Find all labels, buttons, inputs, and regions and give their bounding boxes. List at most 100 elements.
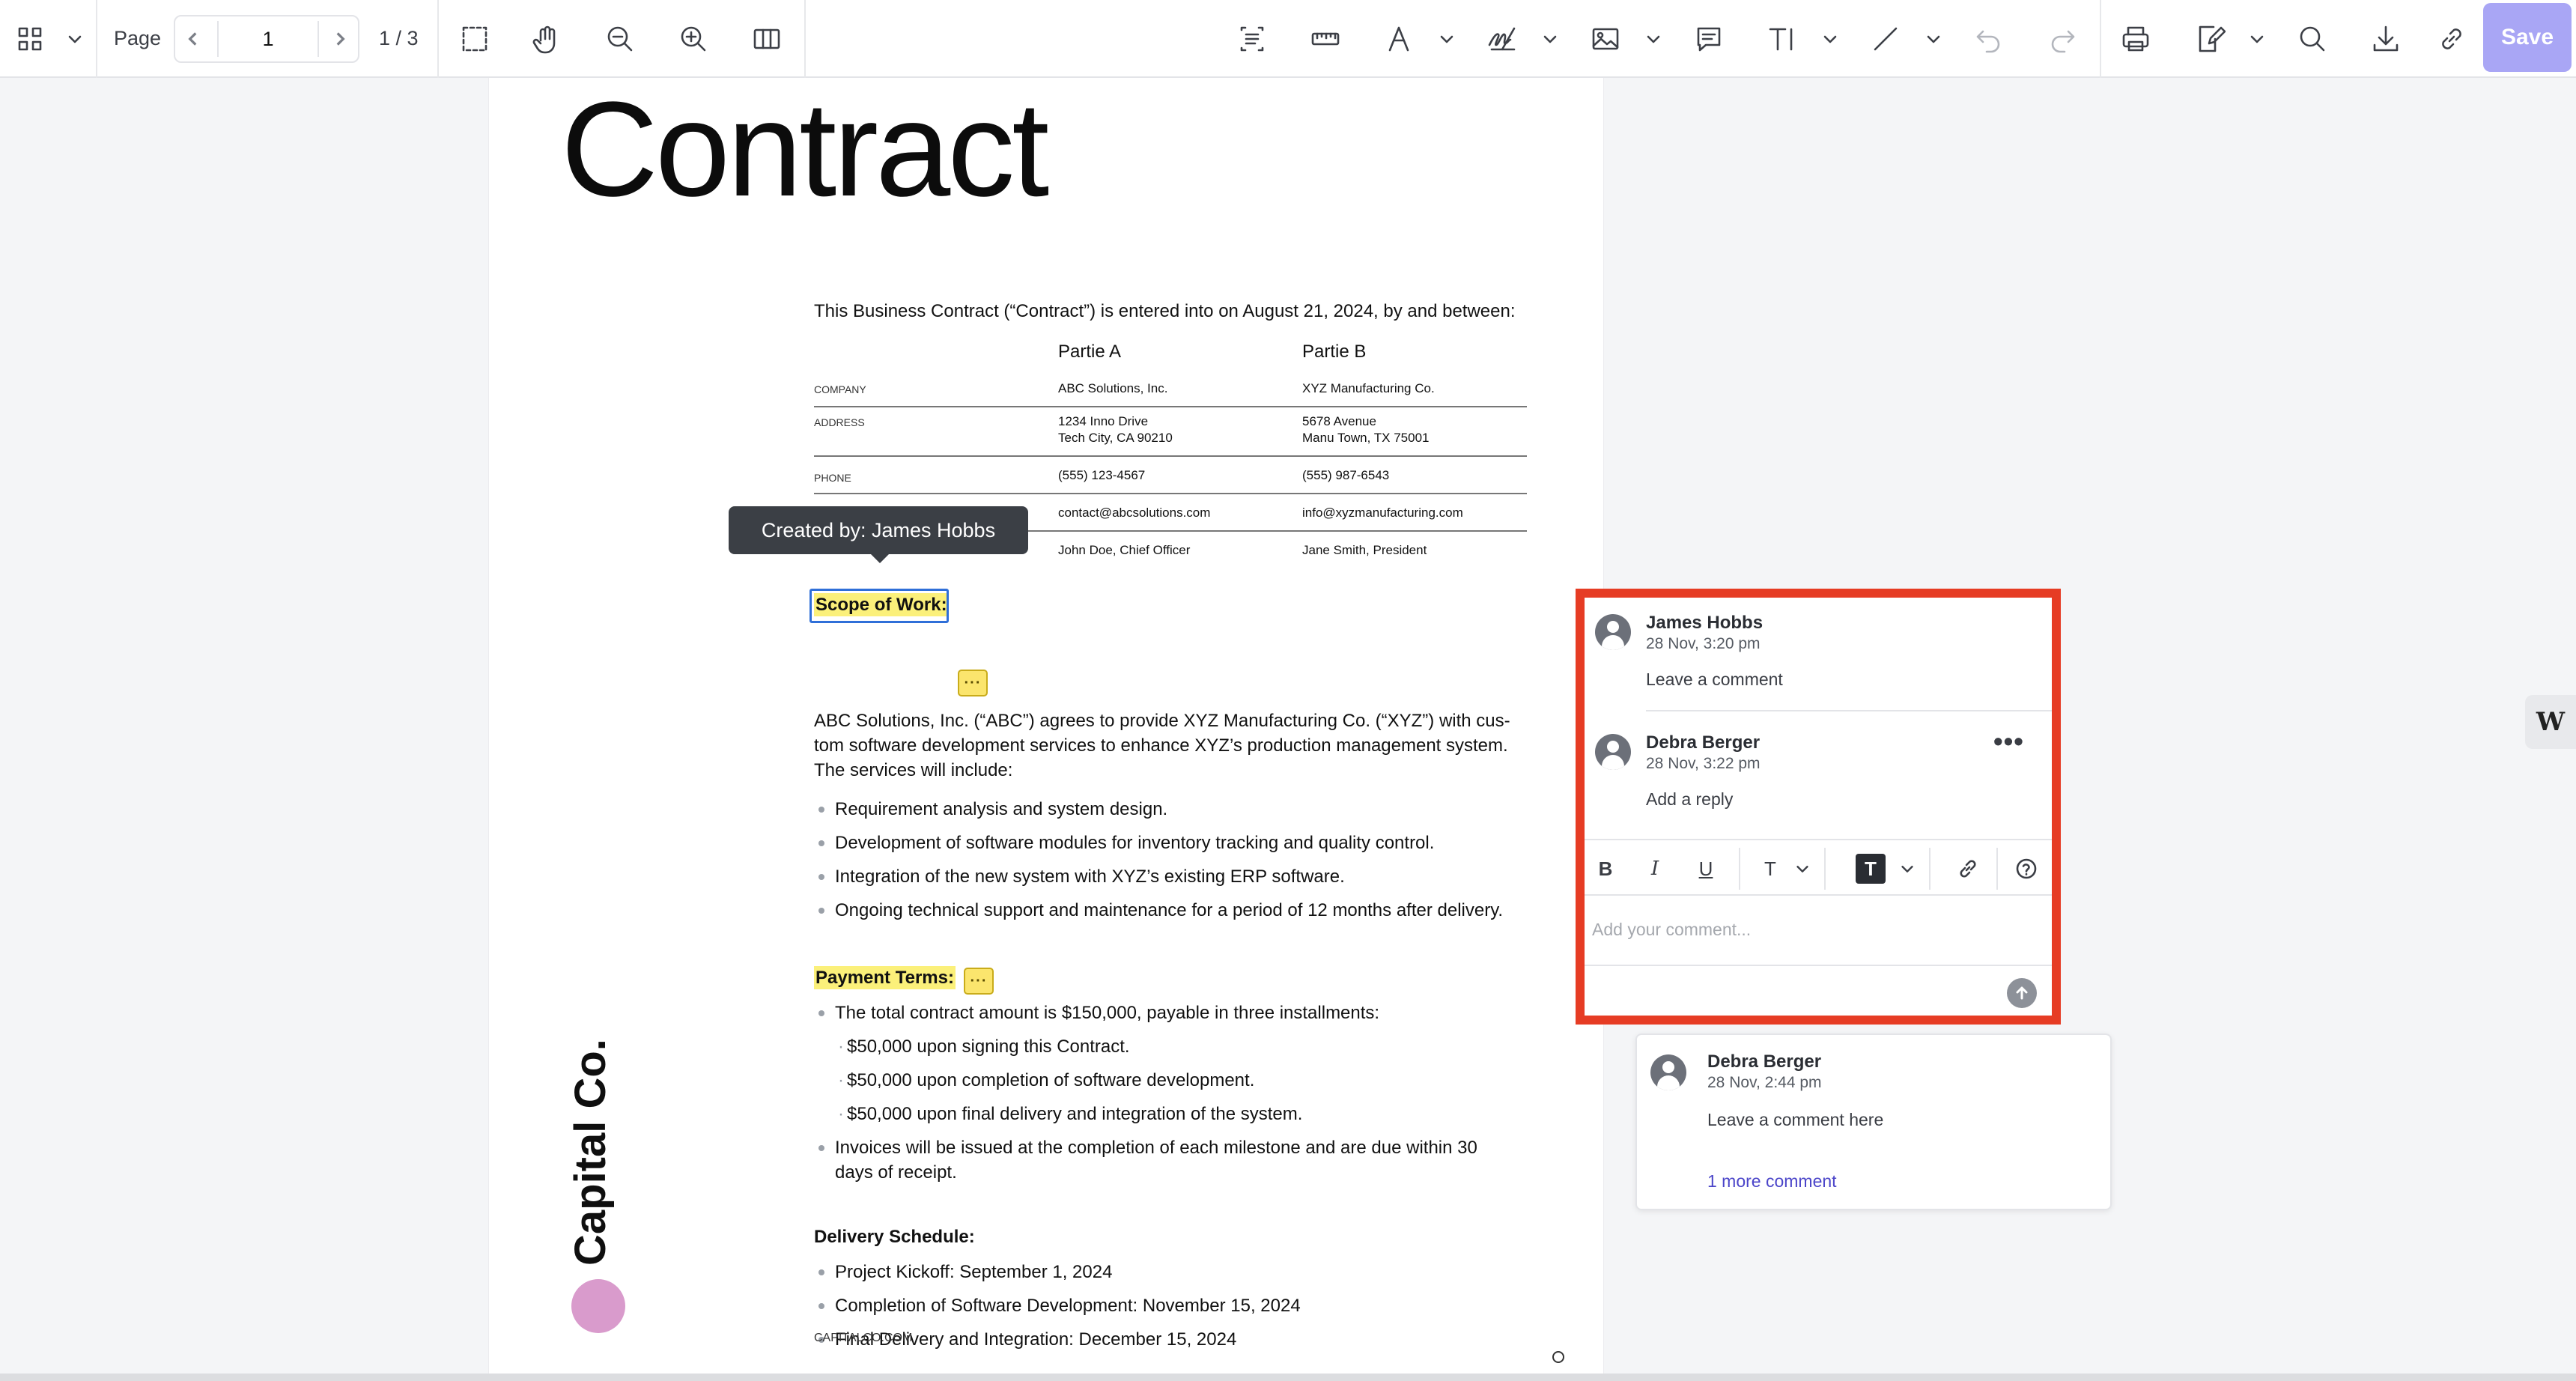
toolbar-divider xyxy=(96,0,97,78)
scope-paragraph-line: The services will include: xyxy=(814,760,1013,780)
avatar xyxy=(1650,1054,1686,1090)
chevron-down-icon[interactable] xyxy=(1818,16,1842,61)
link-icon[interactable] xyxy=(2429,16,2474,61)
page-number-input[interactable]: 1 xyxy=(217,21,319,57)
search-icon[interactable] xyxy=(2290,16,2335,61)
chevron-down-icon[interactable] xyxy=(63,16,87,61)
download-icon[interactable] xyxy=(2363,16,2408,61)
toolbar-divider xyxy=(437,0,439,78)
avatar xyxy=(1595,614,1631,650)
page-label: Page xyxy=(114,27,162,49)
document-page: Contract This Business Contract (“Contra… xyxy=(488,74,1604,1381)
ruler-icon[interactable] xyxy=(1303,16,1348,61)
more-comments-link[interactable]: 1 more comment xyxy=(1707,1171,1837,1192)
table-divider xyxy=(814,455,1527,457)
sub-list-item: $50,000 upon completion of software deve… xyxy=(838,1068,1254,1093)
scope-paragraph-line: tom software development services to enh… xyxy=(814,735,1508,756)
send-button[interactable] xyxy=(2007,978,2037,1008)
next-page-button[interactable] xyxy=(322,22,358,55)
marquee-select-icon[interactable] xyxy=(452,16,497,61)
document-title: Contract xyxy=(561,74,1049,225)
reply-input[interactable] xyxy=(1592,920,2011,940)
zoom-in-icon[interactable] xyxy=(671,16,716,61)
party-a-signatory: John Doe, Chief Officer xyxy=(1058,543,1191,557)
side-widget-button[interactable]: W xyxy=(2525,695,2576,749)
text-tool-icon[interactable] xyxy=(1760,16,1805,61)
footer-url: CAPITALCO.COM xyxy=(814,1332,913,1344)
edit-icon[interactable] xyxy=(2187,16,2232,61)
list-item-continuation: days of receipt. xyxy=(835,1162,957,1183)
comment-author: James Hobbs xyxy=(1646,613,1764,633)
undo-icon[interactable] xyxy=(1966,16,2011,61)
brand-name: Capital Co. xyxy=(566,1039,615,1266)
list-item: Development of software modules for inve… xyxy=(818,831,1531,855)
annotation-author-tooltip: Created by: James Hobbs xyxy=(729,506,1028,563)
chevron-down-icon[interactable] xyxy=(1922,16,1945,61)
more-options-icon[interactable]: ••• xyxy=(1993,728,2024,755)
grid-icon[interactable] xyxy=(9,16,51,61)
list-item: Final Delivery and Integration: December… xyxy=(818,1327,1531,1352)
page-layout-icon[interactable] xyxy=(744,16,789,61)
text-size-button[interactable]: T xyxy=(1755,854,1785,884)
chevron-down-icon[interactable] xyxy=(1896,854,1919,884)
party-a-phone: (555) 123-4567 xyxy=(1058,468,1146,482)
party-b-address-line2: Manu Town, TX 75001 xyxy=(1302,431,1430,445)
comment-text: Leave a comment here xyxy=(1707,1110,1884,1129)
comment-icon[interactable] xyxy=(1686,16,1731,61)
comment-author: Debra Berger xyxy=(1646,732,1761,753)
help-icon[interactable] xyxy=(2013,854,2040,884)
signature-icon[interactable] xyxy=(1480,16,1525,61)
comment-author: Debra Berger xyxy=(1707,1051,1822,1072)
chevron-down-icon[interactable] xyxy=(1435,16,1459,61)
row-label-address: ADDRESS xyxy=(814,416,865,428)
comment-time: 28 Nov, 3:22 pm xyxy=(1646,755,1761,772)
bold-button[interactable]: B xyxy=(1591,854,1620,884)
redo-icon[interactable] xyxy=(2040,16,2085,61)
page-count: 1 / 3 xyxy=(379,27,419,49)
page-navigator: 1 xyxy=(174,15,359,63)
bottom-edge xyxy=(0,1374,2576,1381)
comment-thread-panel: James Hobbs 28 Nov, 3:20 pm Leave a comm… xyxy=(1576,589,2061,1025)
payment-heading[interactable]: Payment Terms: xyxy=(814,966,956,989)
delivery-heading: Delivery Schedule: xyxy=(814,1227,975,1247)
comment-marker-icon[interactable]: ··· xyxy=(964,968,994,995)
chevron-down-icon[interactable] xyxy=(1641,16,1665,61)
list-item: Requirement analysis and system design. xyxy=(818,797,1531,822)
link-icon[interactable] xyxy=(1953,854,1983,884)
party-b-email: info@xyzmanufacturing.com xyxy=(1302,506,1463,520)
arrow-up-icon xyxy=(2016,986,2028,1000)
party-a-address-line2: Tech City, CA 90210 xyxy=(1058,431,1173,445)
save-button[interactable]: Save xyxy=(2483,3,2572,72)
comment-card[interactable]: Debra Berger 28 Nov, 2:44 pm Leave a com… xyxy=(1635,1034,2112,1210)
sub-list-item: $50,000 upon final delivery and integrat… xyxy=(838,1102,1302,1126)
list-item: Completion of Software Development: Nove… xyxy=(818,1293,1531,1318)
zoom-out-icon[interactable] xyxy=(598,16,643,61)
text-select-icon[interactable] xyxy=(1230,16,1275,61)
toolbar-divider xyxy=(804,0,806,78)
chevron-down-icon[interactable] xyxy=(1538,16,1562,61)
contract-intro: This Business Contract (“Contract”) is e… xyxy=(814,301,1516,321)
image-icon[interactable] xyxy=(1583,16,1628,61)
print-icon[interactable] xyxy=(2113,16,2158,61)
brand-logo-dot xyxy=(571,1279,625,1333)
toolbar-divider xyxy=(1824,848,1826,890)
italic-button[interactable]: I xyxy=(1640,854,1670,884)
pen-icon[interactable] xyxy=(1376,16,1421,61)
chevron-down-icon[interactable] xyxy=(1791,854,1814,884)
text-color-button[interactable]: T xyxy=(1856,854,1886,884)
row-label-company: COMPANY xyxy=(814,383,866,395)
chevron-down-icon[interactable] xyxy=(2245,16,2269,61)
list-item: Integration of the new system with XYZ’s… xyxy=(818,864,1531,889)
underline-button[interactable]: U xyxy=(1691,854,1721,884)
line-icon[interactable] xyxy=(1863,16,1908,61)
comment-marker-icon[interactable]: ··· xyxy=(958,670,988,696)
party-a-email: contact@abcsolutions.com xyxy=(1058,506,1211,520)
hand-pan-icon[interactable] xyxy=(524,16,569,61)
toolbar-divider xyxy=(1929,848,1931,890)
list-item: The total contract amount is $150,000, p… xyxy=(818,1001,1531,1025)
input-divider xyxy=(1585,965,2052,966)
previous-page-button[interactable] xyxy=(175,22,211,55)
scope-paragraph-line: ABC Solutions, Inc. (“ABC”) agrees to pr… xyxy=(814,711,1510,731)
avatar xyxy=(1595,734,1631,770)
list-item: Invoices will be issued at the completio… xyxy=(818,1135,1531,1160)
